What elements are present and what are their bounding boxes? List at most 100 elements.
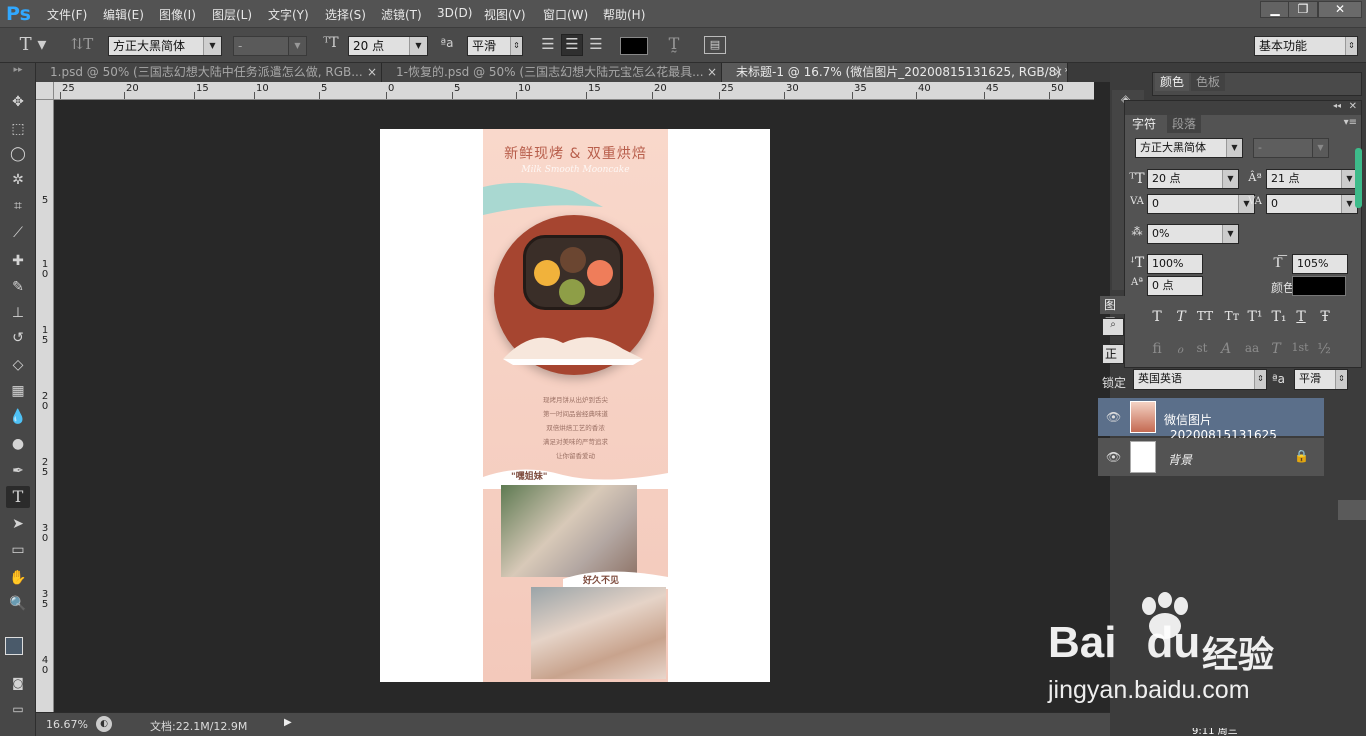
dodge-tool-icon[interactable]: ● [6, 433, 30, 455]
menu-image[interactable]: 图像(I) [159, 6, 196, 23]
eraser-tool-icon[interactable]: ◇ [6, 354, 30, 376]
stamp-tool-icon[interactable]: ⊥ [6, 302, 30, 324]
tab-layers[interactable]: 图层 [1100, 296, 1126, 330]
type-tool-icon[interactable]: T [6, 486, 30, 508]
tab-swatches[interactable]: 色板 [1191, 73, 1226, 91]
strikethrough-button[interactable]: Ŧ [1317, 309, 1333, 325]
close-icon[interactable]: × [367, 63, 377, 82]
tab-character[interactable]: 字符 [1127, 115, 1162, 133]
marquee-tool-icon[interactable]: ⬚ [6, 118, 30, 140]
ligature-button[interactable]: ﬁ [1149, 341, 1165, 357]
titling-alternates-button[interactable]: T [1267, 341, 1285, 357]
language-dropdown[interactable]: 英国英语 ⇕ [1133, 369, 1267, 390]
char-font-family[interactable]: 方正大黑简体 ▼ [1135, 138, 1243, 158]
tab-document-1[interactable]: 1.psd @ 50% (三国志幻想大陆中任务派遣怎么做, RGB... × [36, 63, 382, 82]
screen-mode-icon[interactable]: ▭ [6, 698, 30, 720]
quick-mask-icon[interactable]: ◙ [6, 672, 30, 694]
menu-edit[interactable]: 编辑(E) [103, 6, 144, 23]
ordinals-button[interactable]: 1st [1289, 341, 1311, 354]
char-leading-field[interactable]: 21 点 ▼ [1266, 169, 1358, 189]
align-right-icon[interactable]: ☰ [586, 35, 606, 53]
blur-tool-icon[interactable]: 💧 [6, 406, 30, 428]
fractions-button[interactable]: ½ [1315, 341, 1333, 357]
magic-wand-icon[interactable]: ✲ [6, 169, 30, 191]
discretionary-ligature-button[interactable]: st [1193, 341, 1211, 355]
character-panel-toggle-icon[interactable]: ▤ [704, 36, 726, 54]
text-color-swatch[interactable] [620, 37, 648, 55]
layer-row-background[interactable]: 👁 背景 🔒 [1098, 438, 1324, 476]
menu-layer[interactable]: 图层(L) [212, 6, 252, 23]
panel-menu-icon[interactable]: ▾≡ [1344, 117, 1357, 128]
crop-tool-icon[interactable]: ⌗ [6, 195, 30, 217]
zoom-level[interactable]: 16.67% [46, 718, 88, 731]
close-icon[interactable]: × [1053, 63, 1063, 82]
blend-mode-dropdown[interactable]: 正常 [1102, 344, 1124, 364]
layer-name[interactable]: 背景 [1168, 451, 1192, 468]
ruler-vertical[interactable]: 5 10 15 20 25 30 35 40 [36, 100, 54, 712]
pen-tool-icon[interactable]: ✒ [6, 460, 30, 482]
char-color-swatch[interactable] [1292, 276, 1346, 296]
eye-icon[interactable]: 👁 [1106, 450, 1121, 464]
eyedropper-icon[interactable]: ⟋ [6, 222, 30, 244]
move-tool-icon[interactable]: ✥ [6, 91, 30, 113]
tab-document-2[interactable]: 1-恢复的.psd @ 50% (三国志幻想大陆元宝怎么花最具... × [382, 63, 722, 82]
underline-button[interactable]: T [1293, 309, 1309, 325]
layer-filter-icon[interactable]: ⌕ [1102, 318, 1124, 336]
history-brush-icon[interactable]: ↺ [6, 327, 30, 349]
close-icon[interactable]: ✕ [1349, 101, 1357, 112]
faux-italic-button[interactable]: T [1173, 309, 1189, 325]
menu-view[interactable]: 视图(V) [484, 6, 526, 23]
char-size-field[interactable]: 20 点 ▼ [1147, 169, 1239, 189]
toggle-orientation-icon[interactable]: ⇅T [70, 35, 94, 53]
brush-tool-icon[interactable]: ✎ [6, 276, 30, 298]
type-tool-preset-icon[interactable]: T ▾ [18, 34, 48, 55]
path-selection-icon[interactable]: ➤ [6, 513, 30, 535]
char-antialias-dropdown[interactable]: 平滑 ⇕ [1294, 369, 1348, 390]
close-icon[interactable]: × [707, 63, 717, 82]
menu-select[interactable]: 选择(S) [325, 6, 366, 23]
panel-scrollbar[interactable] [1355, 148, 1362, 208]
swash-button[interactable]: A [1217, 341, 1235, 357]
lasso-tool-icon[interactable]: ◯ [6, 143, 30, 165]
eye-icon[interactable]: 👁 [1106, 410, 1121, 424]
workspace-dropdown[interactable]: 基本功能 ⇕ [1254, 36, 1358, 56]
stylistic-alternates-button[interactable]: aa [1241, 341, 1263, 355]
layer-row-selected[interactable]: 👁 微信图片_20200815131625 [1098, 398, 1324, 442]
char-vscale-field[interactable]: 100% [1147, 254, 1203, 274]
info-icon[interactable]: ◐ [96, 716, 112, 732]
menu-help[interactable]: 帮助(H) [603, 6, 645, 23]
status-menu-arrow-icon[interactable]: ▶ [284, 717, 292, 728]
superscript-button[interactable]: T¹ [1245, 309, 1265, 325]
scroll-handle[interactable] [1338, 500, 1366, 520]
hand-tool-icon[interactable]: ✋ [6, 567, 30, 589]
char-kerning-field[interactable]: 0 ▼ [1147, 194, 1255, 214]
menu-3d[interactable]: 3D(D) [437, 6, 472, 20]
tab-paragraph[interactable]: 段落 [1167, 115, 1202, 133]
tab-document-3[interactable]: 未标题-1 @ 16.7% (微信图片_20200815131625, RGB/… [722, 63, 1068, 82]
align-center-icon[interactable]: ☰ [561, 34, 583, 56]
tab-color[interactable]: 颜色 [1155, 73, 1190, 91]
font-size-dropdown[interactable]: 20 点 ▼ [348, 36, 428, 56]
char-hscale-field[interactable]: 105% [1292, 254, 1348, 274]
char-tsume-field[interactable]: 0% ▼ [1147, 224, 1239, 244]
ruler-corner[interactable] [36, 82, 54, 100]
ruler-horizontal[interactable]: 25 20 15 10 5 0 5 10 15 20 25 30 35 40 45 50 [54, 82, 1094, 100]
restore-button[interactable]: ❐ [1288, 1, 1318, 18]
old-style-button[interactable]: ℴ [1171, 341, 1189, 357]
gradient-tool-icon[interactable]: ▦ [6, 380, 30, 402]
menu-window[interactable]: 窗口(W) [543, 6, 588, 23]
collapse-icon[interactable]: ▸▸ [6, 65, 30, 77]
all-caps-button[interactable]: TT [1193, 309, 1217, 323]
subscript-button[interactable]: T₁ [1269, 309, 1289, 325]
foreground-color-swatch[interactable] [5, 637, 23, 655]
char-tracking-field[interactable]: 0 ▼ [1266, 194, 1358, 214]
collapse-icon[interactable]: ◂◂ [1333, 101, 1341, 110]
antialias-dropdown[interactable]: 平滑 ⇕ [467, 36, 523, 56]
zoom-tool-icon[interactable]: 🔍 [6, 593, 30, 615]
faux-bold-button[interactable]: T [1149, 309, 1165, 325]
small-caps-button[interactable]: Tт [1221, 309, 1243, 323]
font-family-dropdown[interactable]: 方正大黑简体 ▼ [108, 36, 222, 56]
align-left-icon[interactable]: ☰ [538, 35, 558, 53]
close-button[interactable]: ✕ [1318, 1, 1362, 18]
healing-brush-icon[interactable]: ✚ [6, 250, 30, 272]
